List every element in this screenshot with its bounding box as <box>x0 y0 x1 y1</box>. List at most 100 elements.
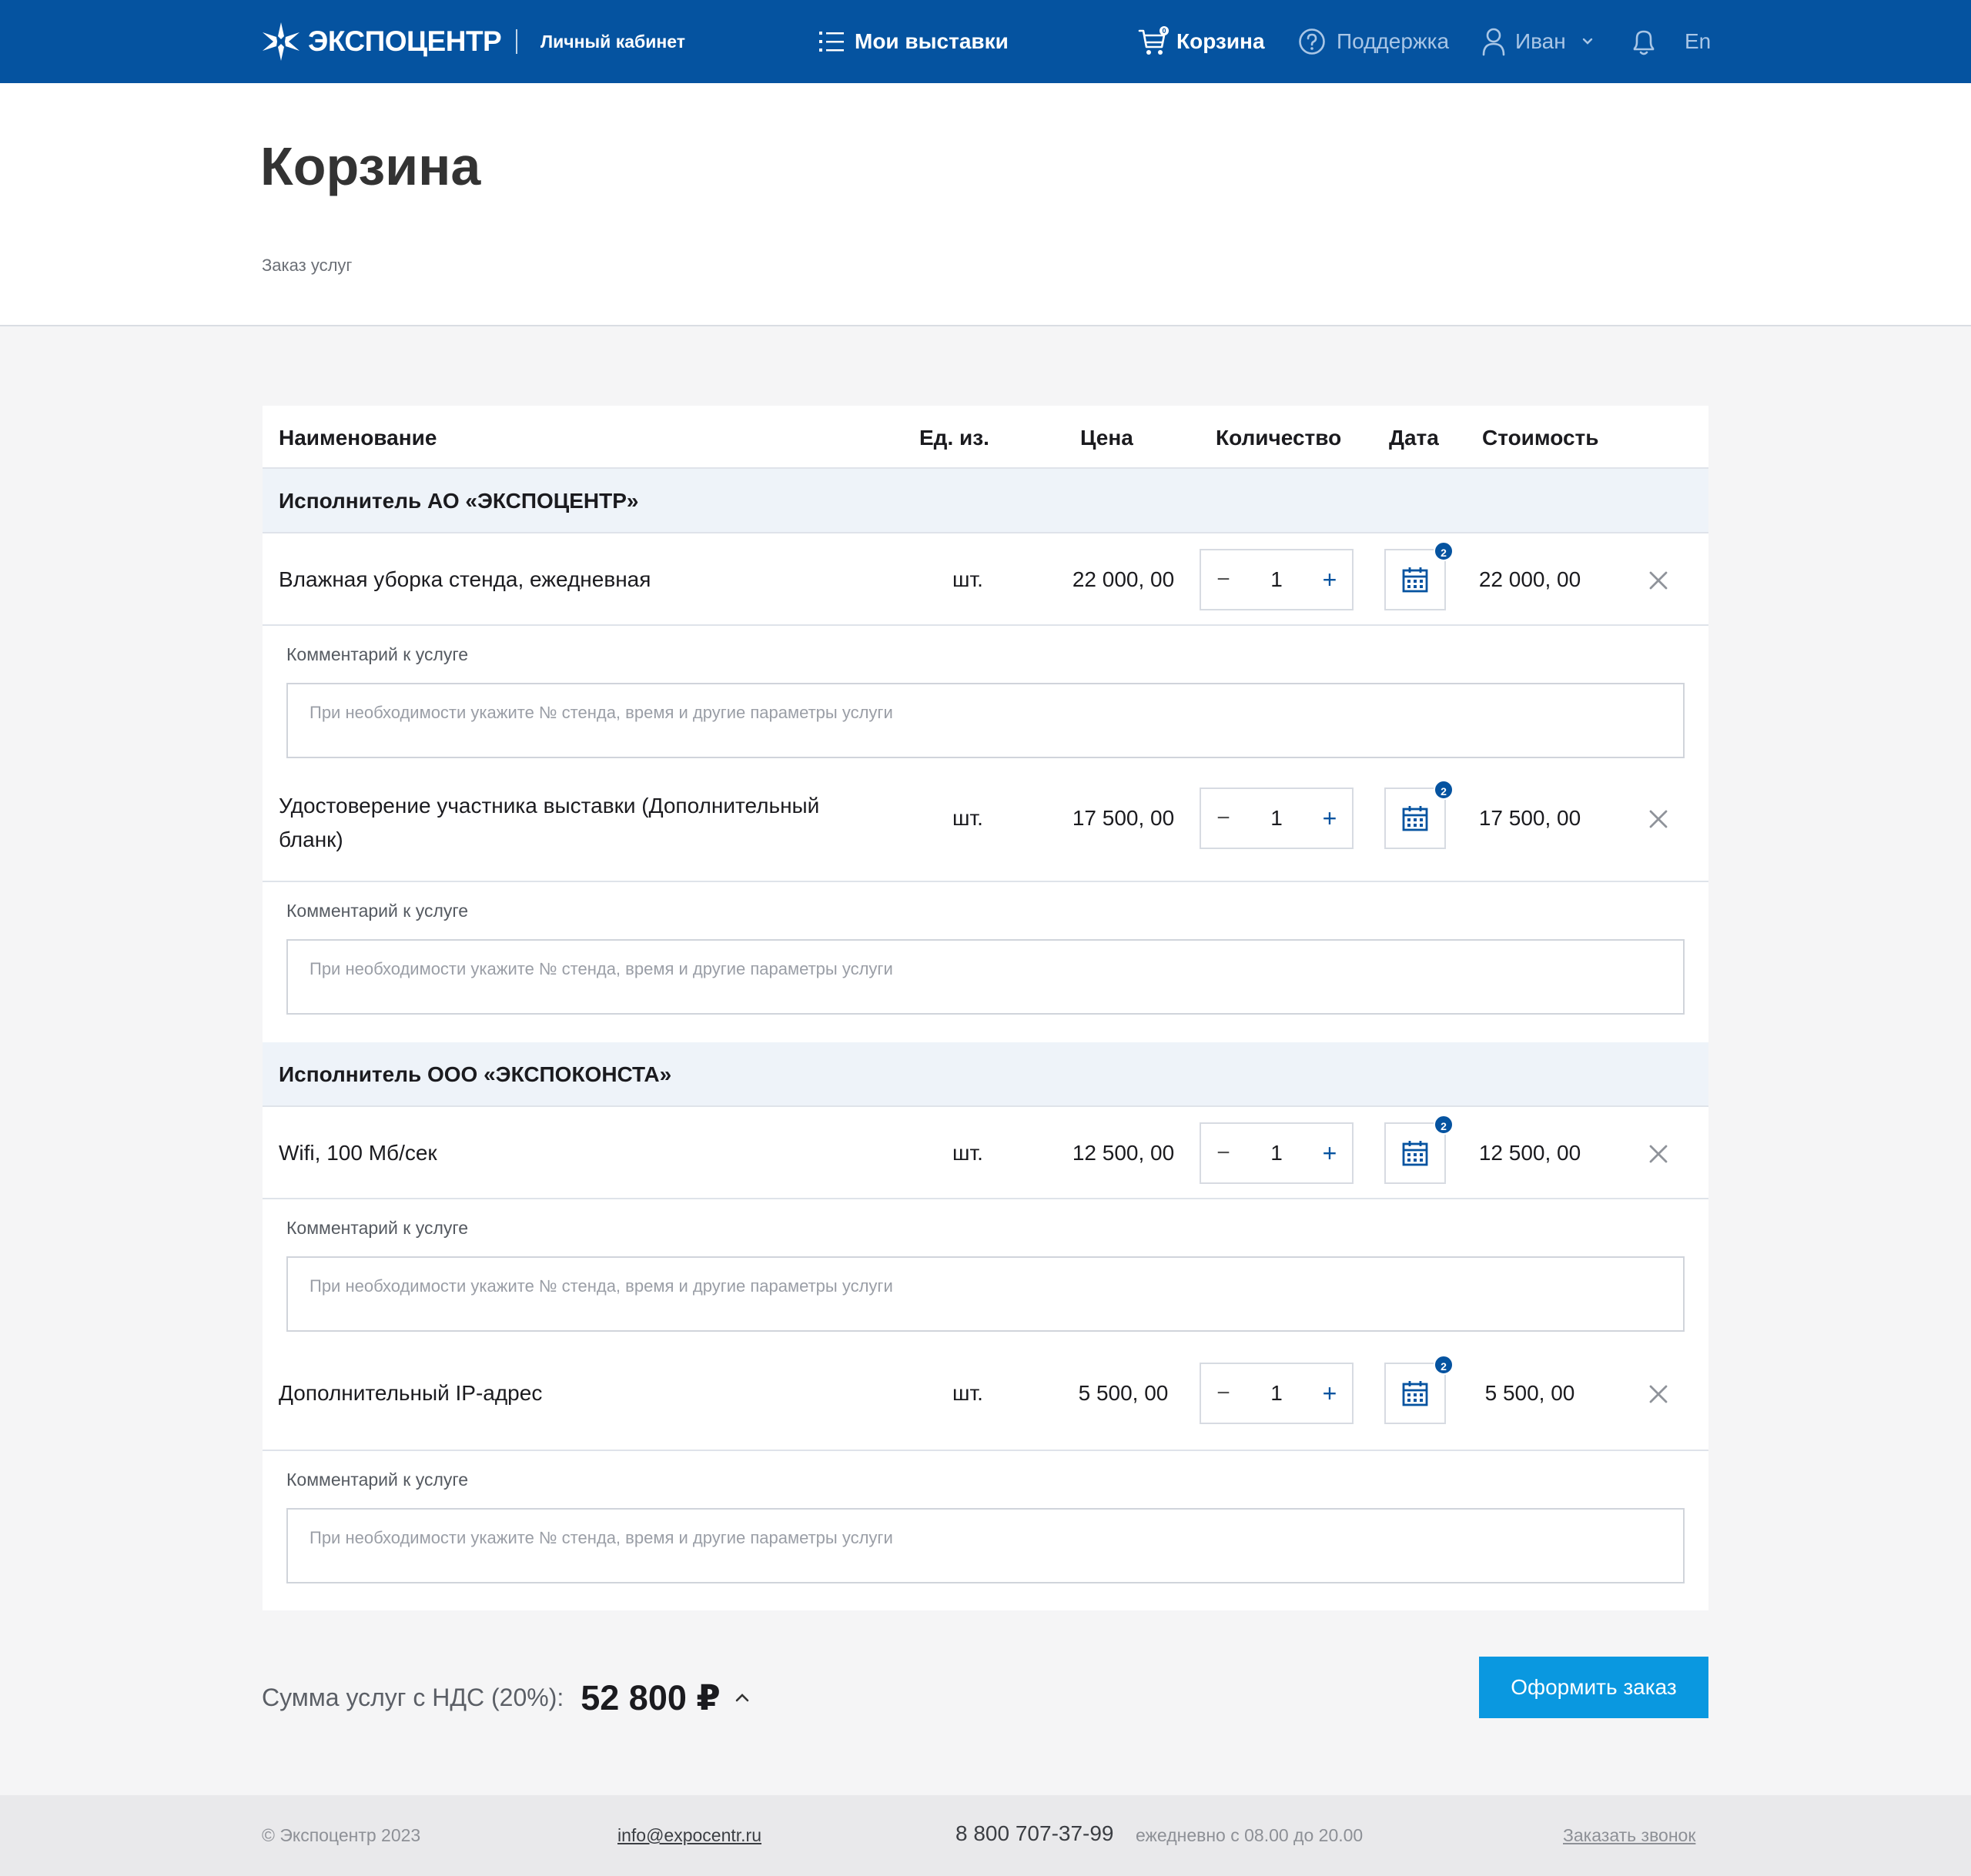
request-callback-link[interactable]: Заказать звонок <box>1563 1823 1695 1848</box>
notifications-button[interactable] <box>1631 25 1668 59</box>
comment-input[interactable] <box>286 939 1685 1015</box>
footer: © Экспоцентр 2023 info@expocentr.ru 8 80… <box>0 1795 1971 1876</box>
footer-phone[interactable]: 8 800 707-37-99 <box>955 1821 1114 1846</box>
user-icon <box>1482 28 1505 56</box>
remove-item-icon[interactable] <box>1647 808 1670 831</box>
chevron-up-icon[interactable] <box>735 1692 750 1703</box>
quantity-stepper: − 1 + <box>1200 788 1354 849</box>
remove-item-icon[interactable] <box>1647 1142 1670 1165</box>
table-row: Удостоверение участника выставки (Дополн… <box>263 771 1708 882</box>
calendar-icon <box>1402 806 1428 831</box>
table-header: Наименование Ед. из. Цена Количество Дат… <box>263 406 1708 469</box>
nav-my-exhibitions[interactable]: Мои выставки <box>819 25 1009 59</box>
nav-support-label: Поддержка <box>1337 29 1450 53</box>
qty-decrease-button[interactable]: − <box>1201 1378 1246 1409</box>
remove-item-icon[interactable] <box>1647 1383 1670 1406</box>
service-unit: шт. <box>952 806 983 830</box>
breadcrumb[interactable]: Заказ услуг <box>262 254 352 277</box>
date-picker-button[interactable]: 2 <box>1384 780 1454 849</box>
col-unit: Ед. из. <box>919 426 989 450</box>
qty-decrease-button[interactable]: − <box>1201 564 1246 595</box>
service-name: Удостоверение участника выставки (Дополн… <box>279 794 820 851</box>
qty-value[interactable]: 1 <box>1246 1378 1307 1409</box>
date-count-badge: 2 <box>1434 541 1454 561</box>
service-price: 17 500, 00 <box>1072 806 1175 830</box>
footer-email-link[interactable]: info@expocentr.ru <box>617 1823 761 1848</box>
date-count-badge: 2 <box>1434 1355 1454 1375</box>
col-price: Цена <box>1080 426 1133 450</box>
cart-table: Наименование Ед. из. Цена Количество Дат… <box>263 406 1708 1610</box>
qty-value[interactable]: 1 <box>1246 1138 1307 1169</box>
comment-input[interactable] <box>286 1508 1685 1583</box>
footer-copyright: © Экспоцентр 2023 <box>262 1825 421 1845</box>
footer-hours: ежедневно с 08.00 до 20.00 <box>1136 1825 1364 1845</box>
calendar-icon <box>1402 567 1428 593</box>
qty-decrease-button[interactable]: − <box>1201 803 1246 834</box>
top-header: ЭКСПОЦЕНТР Личный кабинет Мои выставки 0… <box>0 0 1971 83</box>
col-quantity: Количество <box>1216 426 1342 450</box>
service-unit: шт. <box>952 1381 983 1405</box>
col-cost: Стоимость <box>1482 426 1599 450</box>
comment-input[interactable] <box>286 683 1685 758</box>
summary-label: Сумма услуг с НДС (20%): <box>262 1683 564 1711</box>
quantity-stepper: − 1 + <box>1200 549 1354 610</box>
qty-value[interactable]: 1 <box>1246 564 1307 595</box>
service-cost: 17 500, 00 <box>1478 806 1581 830</box>
comment-block: Комментарий к услуге <box>263 882 1708 1027</box>
comment-block: Комментарий к услуге <box>263 1199 1708 1344</box>
question-circle-icon <box>1299 28 1325 55</box>
comment-block: Комментарий к услуге <box>263 1451 1708 1610</box>
service-unit: шт. <box>952 567 983 591</box>
qty-increase-button[interactable]: + <box>1307 803 1352 834</box>
nav-cart[interactable]: 0 Корзина <box>1138 25 1265 59</box>
summary-total: 52 800 ₽ <box>581 1677 721 1717</box>
place-order-button[interactable]: Оформить заказ <box>1479 1657 1708 1718</box>
cart-icon: 0 <box>1138 26 1169 57</box>
list-icon <box>819 32 844 52</box>
qty-decrease-button[interactable]: − <box>1201 1138 1246 1169</box>
cart-badge: 0 <box>1160 26 1169 35</box>
header-divider <box>516 29 517 54</box>
page-title-area: Корзина Заказ услуг <box>0 83 1971 326</box>
comment-label: Комментарий к услуге <box>286 1218 469 1238</box>
table-row: Влажная уборка стенда, ежедневная шт. 22… <box>263 533 1708 626</box>
date-picker-button[interactable]: 2 <box>1384 541 1454 610</box>
group-header: Исполнитель АО «ЭКСПОЦЕНТР» <box>263 469 1708 533</box>
logo[interactable]: ЭКСПОЦЕНТР <box>260 20 502 63</box>
group-title: Исполнитель ООО «ЭКСПОКОНСТА» <box>279 1062 672 1086</box>
group-title: Исполнитель АО «ЭКСПОЦЕНТР» <box>279 489 639 513</box>
date-picker-button[interactable]: 2 <box>1384 1115 1454 1184</box>
col-name: Наименование <box>279 426 437 450</box>
service-unit: шт. <box>952 1141 983 1165</box>
qty-increase-button[interactable]: + <box>1307 564 1352 595</box>
date-count-badge: 2 <box>1434 1115 1454 1135</box>
service-cost: 5 500, 00 <box>1484 1381 1575 1405</box>
remove-item-icon[interactable] <box>1647 569 1670 592</box>
nav-cart-label: Корзина <box>1176 29 1265 53</box>
service-name: Wifi, 100 Мб/сек <box>279 1141 437 1165</box>
date-picker-button[interactable]: 2 <box>1384 1355 1454 1424</box>
table-row: Дополнительный IP-адрес шт. 5 500, 00 − … <box>263 1344 1708 1451</box>
nav-my-exhibitions-label: Мои выставки <box>855 29 1009 53</box>
service-name: Влажная уборка стенда, ежедневная <box>279 567 651 591</box>
quantity-stepper: − 1 + <box>1200 1122 1354 1184</box>
comment-label: Комментарий к услуге <box>286 644 469 664</box>
comment-input[interactable] <box>286 1256 1685 1332</box>
calendar-icon <box>1402 1141 1428 1166</box>
comment-label: Комментарий к услуге <box>286 1470 469 1490</box>
nav-user-menu[interactable]: Иван <box>1481 25 1605 59</box>
table-row: Wifi, 100 Мб/сек шт. 12 500, 00 − 1 + 2 … <box>263 1107 1708 1199</box>
qty-increase-button[interactable]: + <box>1307 1378 1352 1409</box>
nav-support[interactable]: Поддержка <box>1298 25 1449 59</box>
col-date: Дата <box>1389 426 1439 450</box>
service-name: Дополнительный IP-адрес <box>279 1381 543 1405</box>
service-price: 5 500, 00 <box>1078 1381 1169 1405</box>
page-title: Корзина <box>260 136 481 196</box>
quantity-stepper: − 1 + <box>1200 1363 1354 1424</box>
qty-increase-button[interactable]: + <box>1307 1138 1352 1169</box>
language-switch[interactable]: En <box>1685 25 1711 59</box>
qty-value[interactable]: 1 <box>1246 803 1307 834</box>
date-count-badge: 2 <box>1434 780 1454 800</box>
service-price: 12 500, 00 <box>1072 1141 1175 1165</box>
comment-block: Комментарий к услуге <box>263 626 1708 771</box>
